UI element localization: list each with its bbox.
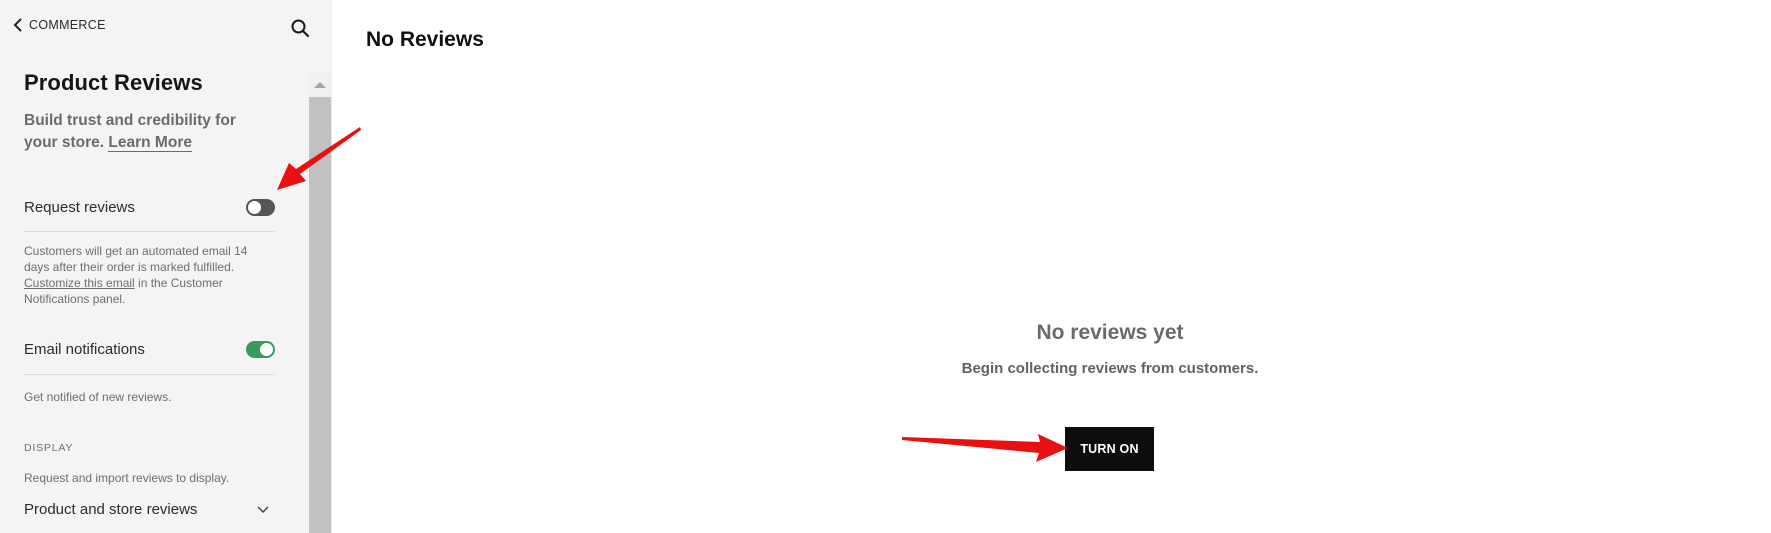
panel-description: Build trust and credibility for your sto… <box>24 110 264 154</box>
display-section-heading: DISPLAY <box>24 442 74 454</box>
search-icon <box>291 19 310 38</box>
product-and-store-reviews-dropdown[interactable]: Product and store reviews <box>24 501 275 518</box>
scroll-up-arrow-icon <box>314 81 326 88</box>
divider <box>24 374 275 375</box>
learn-more-link[interactable]: Learn More <box>108 134 192 152</box>
help-text: Customers will get an automated email 14… <box>24 244 248 274</box>
chevron-left-icon <box>13 18 22 32</box>
back-to-commerce-link[interactable]: COMMERCE <box>12 17 106 33</box>
email-notifications-toggle[interactable] <box>246 341 275 358</box>
dropdown-label: Product and store reviews <box>24 501 198 518</box>
empty-state-subtitle: Begin collecting reviews from customers. <box>961 360 1259 377</box>
request-reviews-help: Customers will get an automated email 14… <box>24 243 274 307</box>
annotation-arrow-icon <box>902 434 1068 462</box>
toggle-knob <box>248 201 261 214</box>
request-reviews-label: Request reviews <box>24 199 135 216</box>
sidebar-scrollbar[interactable] <box>309 72 331 533</box>
page-title: No Reviews <box>366 28 484 51</box>
turn-on-button[interactable]: TURN ON <box>1065 427 1154 471</box>
customize-email-link[interactable]: Customize this email <box>24 276 135 290</box>
scroll-thumb[interactable] <box>309 97 331 533</box>
divider <box>24 231 275 232</box>
toggle-knob <box>260 343 273 356</box>
back-label: COMMERCE <box>29 18 106 32</box>
display-help: Request and import reviews to display. <box>24 471 230 485</box>
empty-state-title: No reviews yet <box>1036 321 1184 344</box>
setting-email-notifications: Email notifications <box>24 341 275 358</box>
scroll-up-button[interactable] <box>309 72 331 97</box>
search-button[interactable] <box>289 17 311 39</box>
sidebar: COMMERCE Product Reviews Build trust and… <box>0 0 332 533</box>
setting-request-reviews: Request reviews <box>24 199 275 216</box>
email-notifications-label: Email notifications <box>24 341 145 358</box>
panel-title: Product Reviews <box>24 70 203 95</box>
email-notifications-help: Get notified of new reviews. <box>24 390 172 404</box>
request-reviews-toggle[interactable] <box>246 199 275 216</box>
chevron-down-icon <box>257 505 269 513</box>
